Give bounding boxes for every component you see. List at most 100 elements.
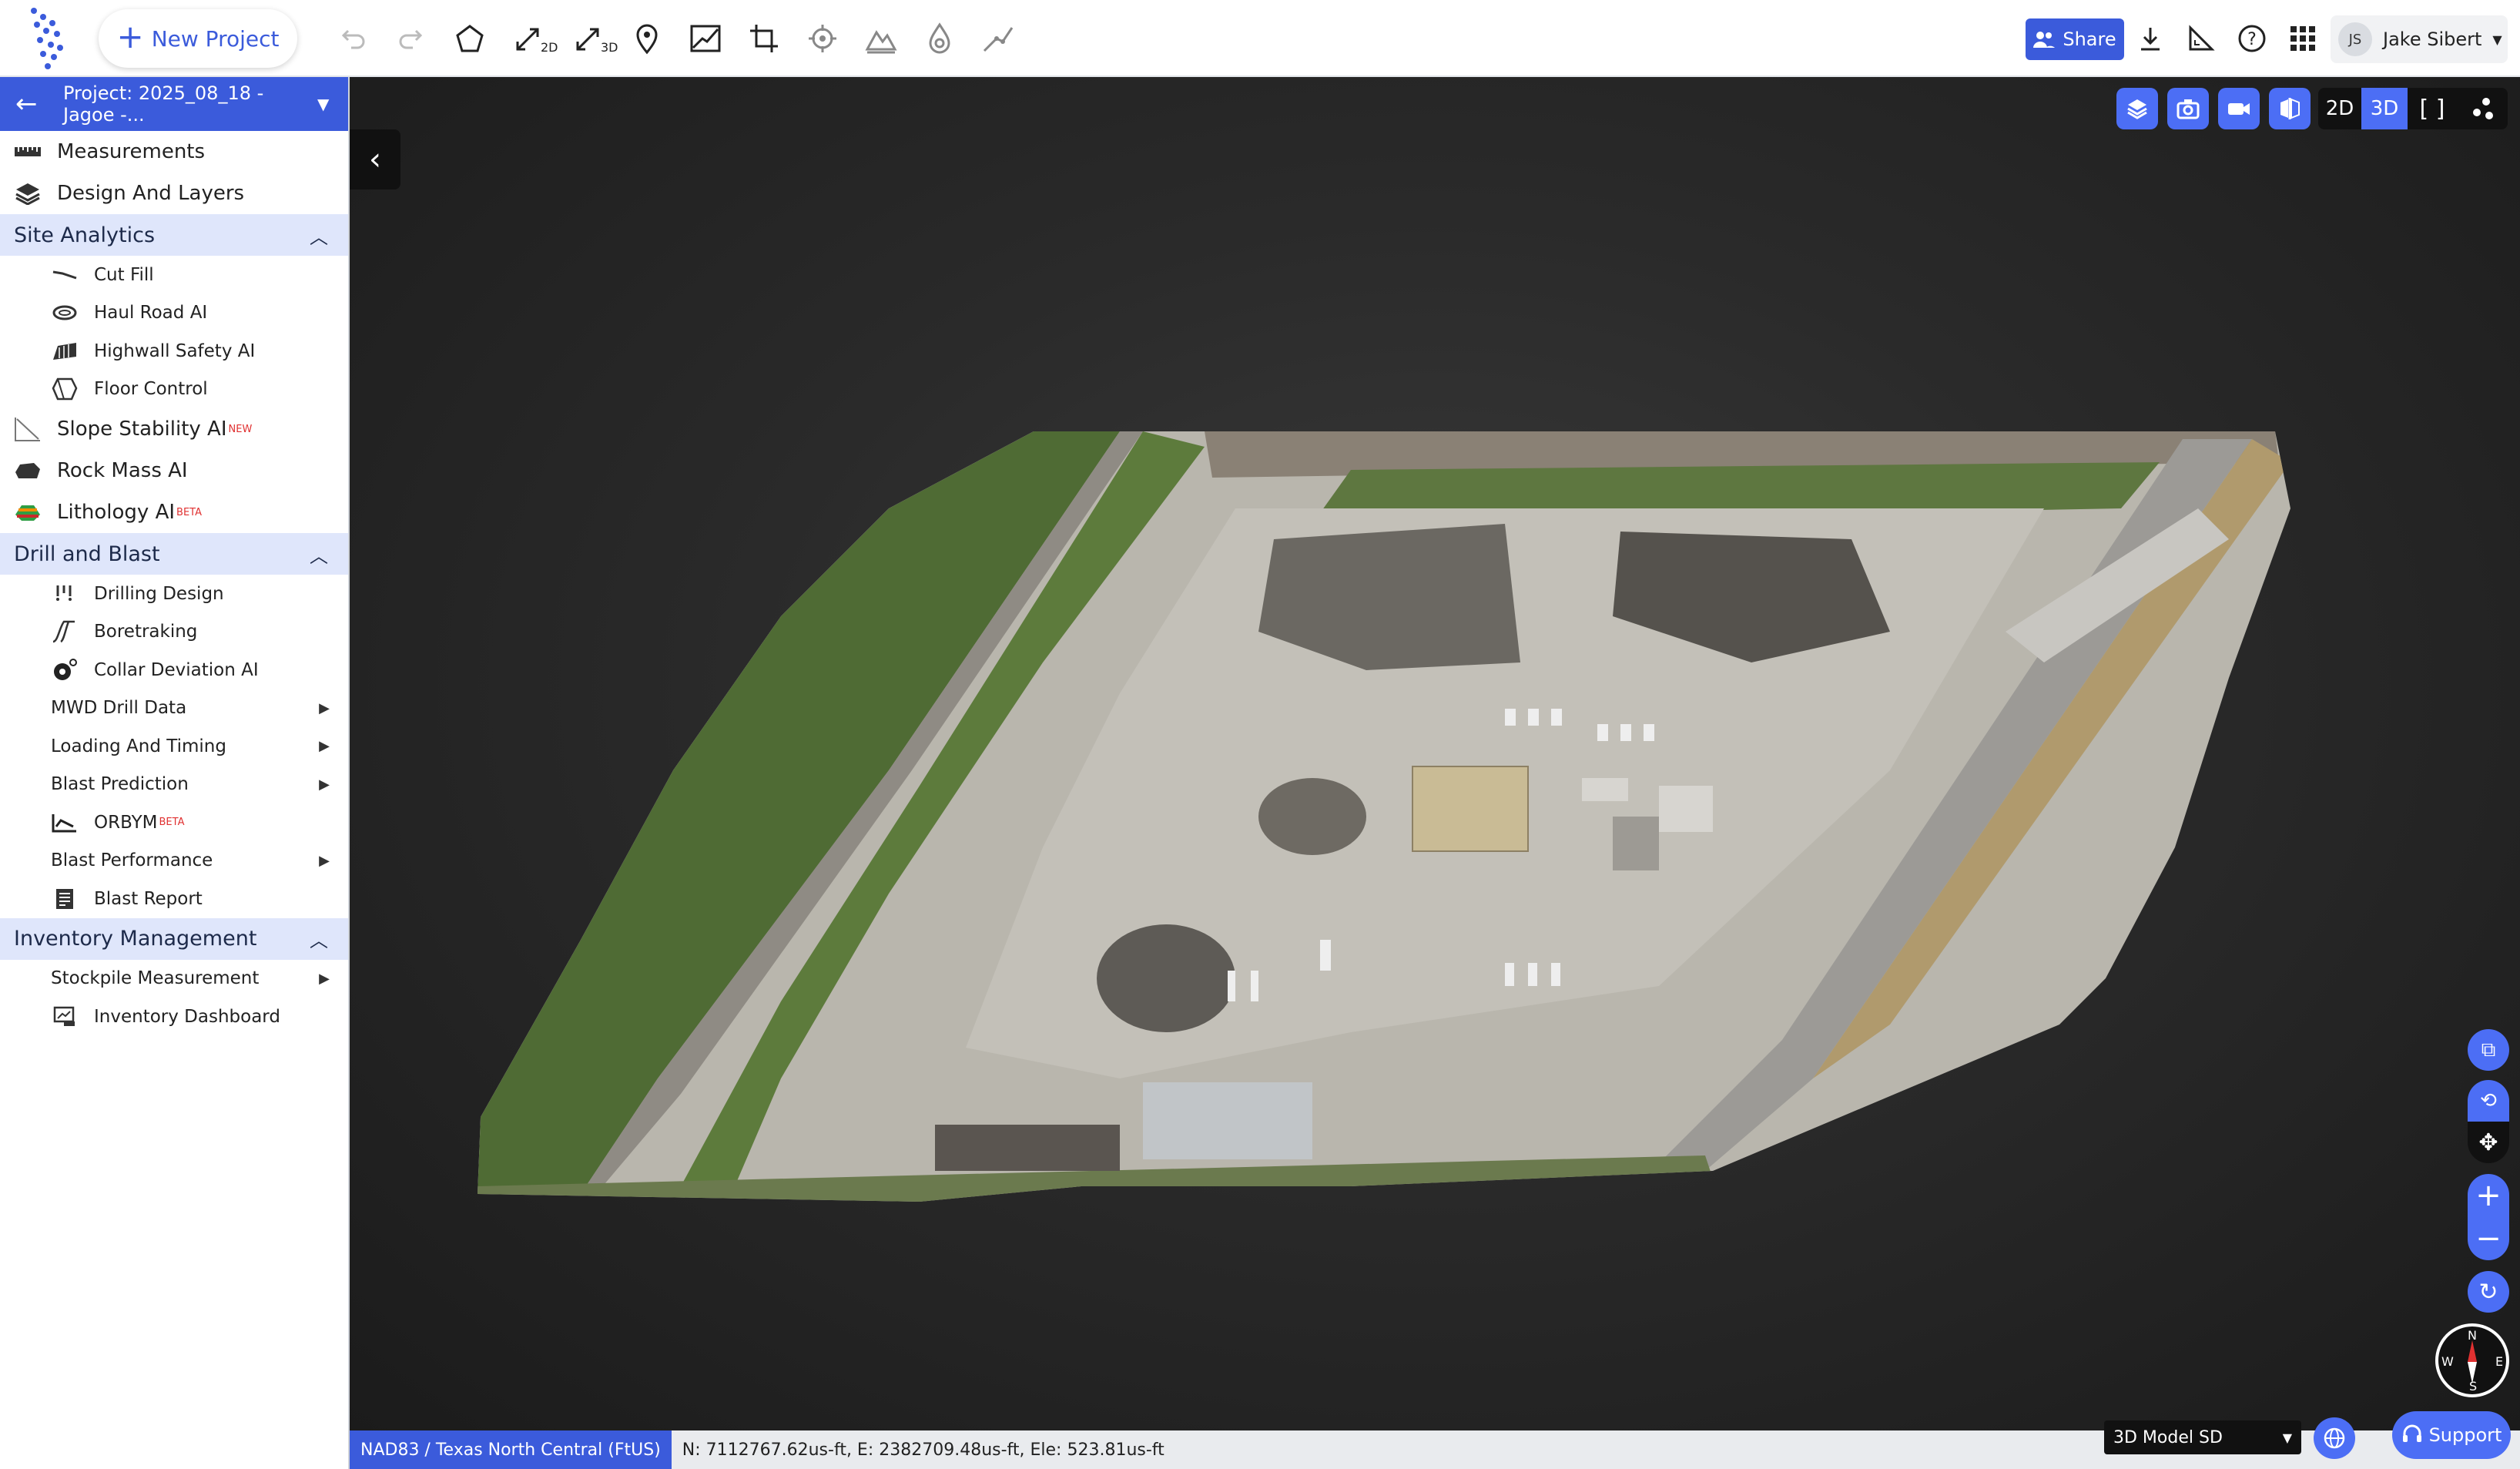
- split-mode-button[interactable]: [ ]: [2408, 88, 2457, 129]
- sidebar-item-label: Lithology AI: [57, 501, 176, 524]
- section-drill-blast[interactable]: Drill and Blast ︿: [0, 533, 348, 575]
- 3d-viewer[interactable]: ‹ 2D 3D [ ] ⧉ ⟲ ✥ + − ↻ N S E W: [350, 77, 2520, 1430]
- water-drop-icon: [929, 22, 950, 54]
- sidebar-item-orbym[interactable]: ORBYM BETA: [0, 803, 348, 842]
- target-tool-button[interactable]: [801, 17, 844, 60]
- sidebar-item-label: Cut Fill: [94, 264, 154, 285]
- polygon-tool-button[interactable]: [448, 17, 491, 60]
- sidebar-item-slope-stability[interactable]: Slope Stability AI NEW: [0, 408, 348, 450]
- sidebar-item-collar-deviation[interactable]: Collar Deviation AI: [0, 651, 348, 689]
- plus-icon: +: [116, 18, 144, 55]
- sidebar-item-blast-report[interactable]: Blast Report: [0, 880, 348, 918]
- undo-button[interactable]: [331, 17, 374, 60]
- sidebar-item-design-layers[interactable]: Design And Layers: [0, 173, 348, 214]
- haul-road-icon: [51, 300, 79, 325]
- measure-overlay-button[interactable]: ⧉: [2468, 1029, 2509, 1071]
- crop-tool-button[interactable]: [742, 17, 786, 60]
- model-type-select[interactable]: 3D Model SD ▼: [2104, 1420, 2301, 1454]
- user-menu[interactable]: JS Jake Sibert ▼: [2331, 15, 2508, 63]
- pan-button[interactable]: ✥: [2468, 1122, 2509, 1163]
- boretraking-icon: [51, 619, 79, 644]
- measure-2d-button[interactable]: 2D: [507, 17, 558, 60]
- point-cloud-button[interactable]: [2457, 88, 2508, 129]
- mode-3d-button[interactable]: 3D: [2361, 88, 2408, 129]
- compass[interactable]: N S E W: [2435, 1323, 2509, 1397]
- profile-tool-button[interactable]: [684, 17, 727, 60]
- split-view-icon: [2280, 98, 2300, 119]
- back-arrow-icon[interactable]: ←: [15, 89, 46, 119]
- measure-3d-button[interactable]: 3D: [567, 17, 618, 60]
- svg-text:?: ?: [2247, 30, 2257, 49]
- sidebar-item-loading-timing[interactable]: Loading And Timing ▶: [0, 727, 348, 766]
- sidebar-item-floor-control[interactable]: Floor Control: [0, 371, 348, 409]
- new-project-button[interactable]: + New Project: [99, 9, 297, 68]
- sidebar-item-label: Collar Deviation AI: [94, 659, 259, 680]
- section-inventory-management[interactable]: Inventory Management ︿: [0, 917, 348, 960]
- reset-view-button[interactable]: ↻: [2468, 1271, 2509, 1313]
- project-selector[interactable]: ← Project: 2025_08_18 - Jagoe -... ▼: [0, 77, 348, 131]
- grid-icon: [2290, 26, 2315, 51]
- units-button[interactable]: [2180, 17, 2223, 60]
- globe-icon: [2324, 1427, 2345, 1449]
- terrain-tool-button[interactable]: [860, 17, 903, 60]
- chevron-up-icon[interactable]: ︿: [310, 541, 328, 568]
- sidebar-item-highwall-safety[interactable]: Highwall Safety AI: [0, 332, 348, 371]
- mode-2d-button[interactable]: 2D: [2318, 88, 2361, 129]
- site-3d-model[interactable]: [350, 77, 2520, 1430]
- sidebar-item-label: Blast Prediction: [51, 774, 189, 795]
- coordinate-system[interactable]: NAD83 / Texas North Central (FtUS): [350, 1430, 672, 1469]
- section-site-analytics[interactable]: Site Analytics ︿: [0, 214, 348, 256]
- new-project-label: New Project: [151, 25, 280, 52]
- sidebar-item-inventory-dashboard[interactable]: Inventory Dashboard: [0, 998, 348, 1036]
- user-name: Jake Sibert: [2383, 29, 2482, 50]
- compare-view-button[interactable]: [2269, 88, 2311, 129]
- screenshot-button[interactable]: [2167, 88, 2209, 129]
- apps-grid-button[interactable]: [2281, 17, 2324, 60]
- chevron-up-icon[interactable]: ︿: [310, 925, 328, 952]
- record-video-button[interactable]: [2218, 88, 2260, 129]
- sidebar-item-rock-mass[interactable]: Rock Mass AI: [0, 450, 348, 491]
- sidebar-item-haul-road[interactable]: Haul Road AI: [0, 294, 348, 333]
- project-name: Project: 2025_08_18 - Jagoe -...: [63, 82, 264, 126]
- video-camera-icon: [2228, 103, 2250, 115]
- triangle-ruler-icon: [2189, 25, 2215, 51]
- download-button[interactable]: [2129, 17, 2172, 60]
- sidebar-item-label: ORBYM: [94, 812, 158, 833]
- orbit-button[interactable]: ⟲: [2468, 1080, 2509, 1122]
- zoom-in-button[interactable]: +: [2468, 1174, 2509, 1217]
- sidebar-item-boretraking[interactable]: Boretraking: [0, 613, 348, 652]
- slope-tool-button[interactable]: [977, 17, 1020, 60]
- share-button[interactable]: Share: [2026, 18, 2124, 60]
- crop-icon: [750, 25, 778, 52]
- sidebar-item-label: Blast Performance: [51, 850, 213, 871]
- sidebar-item-blast-prediction[interactable]: Blast Prediction ▶: [0, 766, 348, 804]
- zoom-control: + −: [2468, 1174, 2509, 1260]
- section-title: Inventory Management: [14, 927, 257, 951]
- layers-toggle-button[interactable]: [2116, 88, 2158, 129]
- help-button[interactable]: ?: [2230, 17, 2274, 60]
- caret-down-icon: ▼: [2492, 32, 2502, 47]
- chevron-up-icon[interactable]: ︿: [310, 222, 328, 249]
- redo-button[interactable]: [390, 17, 433, 60]
- app-logo[interactable]: [26, 6, 69, 71]
- sidebar-item-drilling-design[interactable]: Drilling Design: [0, 575, 348, 613]
- collapse-sidebar-button[interactable]: ‹: [350, 129, 400, 189]
- caret-down-icon[interactable]: ▼: [317, 95, 348, 113]
- support-button[interactable]: Support: [2392, 1411, 2511, 1459]
- ruler-icon: [14, 139, 42, 164]
- new-badge: NEW: [228, 423, 253, 435]
- water-drop-tool-button[interactable]: [918, 17, 961, 60]
- sidebar-item-measurements[interactable]: Measurements: [0, 131, 348, 173]
- terrain-icon: [865, 30, 897, 54]
- avatar: JS: [2338, 22, 2372, 56]
- sidebar-item-lithology[interactable]: Lithology AI BETA: [0, 491, 348, 533]
- blast-report-icon: [51, 887, 79, 911]
- sidebar-item-mwd-drill-data[interactable]: MWD Drill Data ▶: [0, 689, 348, 728]
- zoom-out-button[interactable]: −: [2468, 1217, 2509, 1260]
- location-pin-button[interactable]: [625, 17, 669, 60]
- sidebar-item-blast-performance[interactable]: Blast Performance ▶: [0, 842, 348, 880]
- globe-button[interactable]: [2314, 1417, 2355, 1459]
- sidebar-item-stockpile-measurement[interactable]: Stockpile Measurement ▶: [0, 960, 348, 998]
- sidebar-item-cut-fill[interactable]: Cut Fill: [0, 256, 348, 294]
- drilling-design-icon: [51, 582, 79, 606]
